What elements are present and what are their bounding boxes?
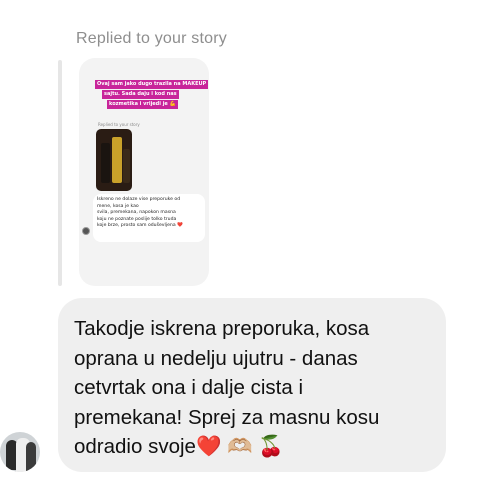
story-banner-line: kozmetika i vrijedi je 💪	[107, 100, 178, 109]
message-line: oprana u nedelju ujutru - danas	[74, 346, 358, 370]
message-line-last: odradio svoje❤️ 🫶🏼 🍒	[74, 432, 430, 462]
heart-emoji-icon: ❤️	[195, 435, 222, 458]
story-inner-label: Replied to your story	[98, 122, 140, 127]
reply-context-label: Replied to your story	[76, 30, 227, 47]
inner-message-line: koje brze, prosto sam oduševljena ❤️	[97, 223, 183, 228]
story-banner: Ovaj sam jako dugo trazila na MAKEUP saj…	[93, 78, 209, 122]
story-banner-line: sajtu. Sada daju i kod nas	[102, 90, 179, 99]
cherry-emoji-icon: 🍒	[258, 435, 284, 458]
message-line: Takodje iskrena preporuka, kosa	[74, 317, 370, 340]
product-photo	[96, 129, 132, 191]
inner-avatar	[82, 227, 90, 235]
heart-hands-emoji-icon: 🫶🏼	[227, 435, 253, 458]
sender-avatar[interactable]	[0, 432, 40, 472]
product-bottle	[112, 137, 122, 183]
product-bottle	[101, 143, 110, 183]
avatar-figure	[26, 442, 36, 472]
story-preview-card[interactable]: Ovaj sam jako dugo trazila na MAKEUP saj…	[79, 58, 209, 286]
message-line: cetvrtak ona i dalje cista i	[74, 376, 304, 399]
reply-quote-bar	[58, 60, 62, 286]
story-inner-message: Iskreno ne dolaze vise preporuke od mene…	[93, 194, 205, 242]
story-banner-line: Ovaj sam jako dugo trazila na MAKEUP	[95, 80, 209, 89]
message-line: premekana! Sprej za masnu kosu	[74, 405, 380, 429]
product-bottle	[123, 149, 130, 183]
message-line-text: odradio svoje	[74, 435, 196, 458]
message-bubble[interactable]: Takodje iskrena preporuka, kosa oprana u…	[58, 298, 446, 472]
